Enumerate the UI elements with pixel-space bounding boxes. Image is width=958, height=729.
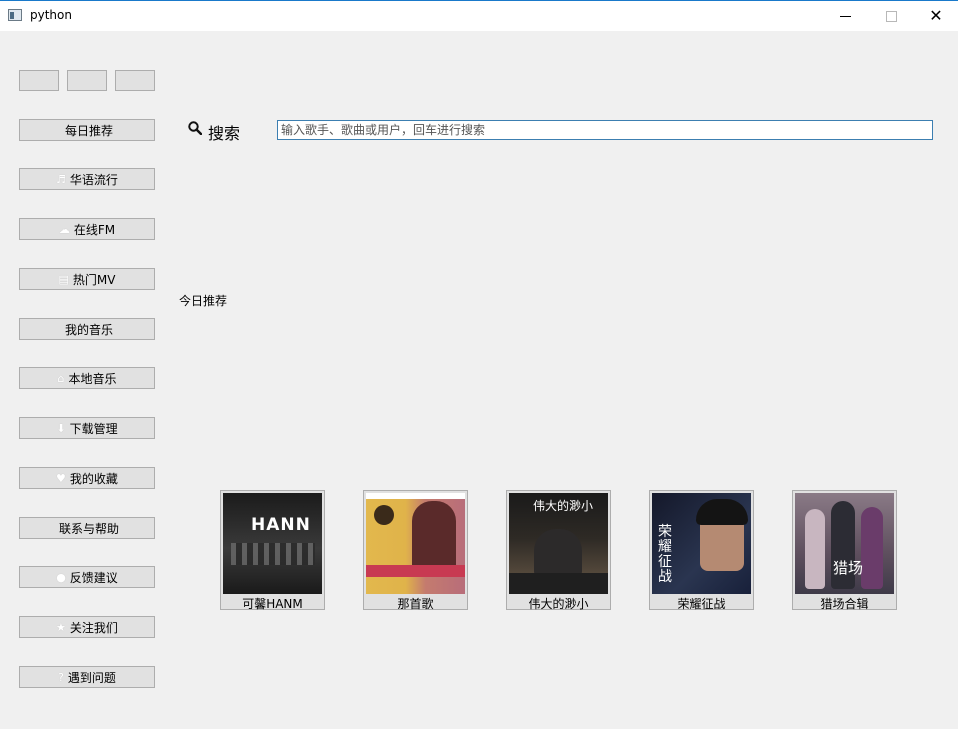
album-caption: 那首歌 — [397, 597, 434, 611]
singer-portrait — [412, 501, 456, 571]
sidebar-item-label: 联系与帮助 — [58, 521, 119, 536]
music-note-icon: ♬ — [56, 172, 66, 186]
sidebar-item-chinese-pop[interactable]: ♬ 华语流行 — [19, 168, 155, 190]
sidebar-item-label: 我的音乐 — [64, 322, 113, 337]
sidebar-item-label: 遇到问题 — [67, 670, 116, 685]
sidebar-item-favorites[interactable]: ♥ 我的收藏 — [19, 467, 155, 489]
sidebar-item-local-music[interactable]: ⌂ 本地音乐 — [19, 367, 155, 389]
toolbar-button-1[interactable] — [19, 70, 59, 91]
sidebar-item-label: 我的收藏 — [69, 471, 118, 486]
album-card[interactable]: 荣耀征战 荣耀征战 — [649, 490, 754, 611]
singer-hair — [696, 499, 748, 525]
sidebar-item-downloads[interactable]: ⬇ 下载管理 — [19, 417, 155, 439]
label-logo — [374, 505, 394, 525]
album-caption: 荣耀征战 — [677, 597, 726, 611]
film-icon: ▤ — [58, 272, 69, 286]
album-card[interactable]: 那首歌 — [363, 490, 468, 611]
search-icon — [188, 121, 202, 135]
album-cover: 猎场 — [795, 493, 894, 594]
search-label: 搜索 — [208, 124, 241, 143]
recommend-title: 今日推荐 — [179, 294, 228, 308]
album-cover: 荣耀征战 — [652, 493, 751, 594]
singer-portrait — [534, 529, 582, 579]
maximize-icon — [885, 10, 897, 22]
close-button[interactable]: ✕ — [913, 1, 958, 31]
chat-bubble-icon: ● — [56, 570, 66, 584]
album-cover-title: 猎场 — [833, 559, 864, 577]
app-icon — [8, 9, 22, 21]
album-caption: 可馨HANM — [242, 597, 303, 611]
toolbar-button-3[interactable] — [115, 70, 155, 91]
album-caption: 猎场合辑 — [820, 597, 869, 611]
maximize-button[interactable] — [868, 1, 914, 31]
actor-figure — [805, 509, 825, 589]
sidebar-item-online-fm[interactable]: ☁ 在线FM — [19, 218, 155, 240]
window-title: python — [30, 8, 72, 22]
sidebar-item-hot-mv[interactable]: ▤ 热门MV — [19, 268, 155, 290]
sidebar-item-label: 下载管理 — [69, 421, 118, 436]
album-cover — [366, 493, 465, 594]
sidebar-item-problems[interactable]: ? 遇到问题 — [19, 666, 155, 688]
album-cover: HANN — [223, 493, 322, 594]
cover-top-strip — [366, 493, 465, 499]
sidebar-item-daily[interactable]: 每日推荐 — [19, 119, 155, 141]
search-input[interactable] — [277, 120, 933, 140]
heart-icon: ♥ — [56, 471, 66, 485]
sidebar-item-label: 在线FM — [73, 222, 116, 237]
sidebar-item-my-music[interactable]: 我的音乐 — [19, 318, 155, 340]
album-cover-title: 伟大的渺小 — [533, 499, 594, 513]
sidebar-item-label: 华语流行 — [69, 172, 118, 187]
minimize-button[interactable] — [822, 1, 868, 31]
album-card[interactable]: 伟大的渺小 伟大的渺小 — [506, 490, 611, 611]
album-cover: 伟大的渺小 — [509, 493, 608, 594]
actor-figure — [861, 507, 883, 589]
album-card[interactable]: 猎场 猎场合辑 — [792, 490, 897, 611]
album-cover-title: 荣耀征战 — [658, 524, 672, 585]
title-bar: python ✕ — [0, 0, 958, 31]
minimize-icon — [839, 15, 851, 17]
close-icon: ✕ — [929, 6, 943, 25]
album-cover-title: HANN — [251, 515, 311, 535]
piano-shadow — [509, 573, 608, 594]
cover-band — [366, 565, 465, 577]
question-icon: ? — [58, 670, 64, 684]
sidebar-item-label: 每日推荐 — [64, 123, 113, 138]
sidebar-item-label: 关注我们 — [69, 620, 118, 635]
band-figures — [231, 543, 315, 565]
sidebar-item-follow-us[interactable]: ★ 关注我们 — [19, 616, 155, 638]
home-icon: ⌂ — [57, 371, 65, 385]
download-icon: ⬇ — [56, 421, 66, 435]
sidebar-item-help[interactable]: 联系与帮助 — [19, 517, 155, 539]
star-icon: ★ — [56, 620, 66, 634]
toolbar-button-2[interactable] — [67, 70, 107, 91]
cloud-icon: ☁ — [58, 222, 70, 236]
sidebar-item-feedback[interactable]: ● 反馈建议 — [19, 566, 155, 588]
sidebar-item-label: 反馈建议 — [69, 570, 118, 585]
sidebar-item-label: 本地音乐 — [68, 371, 117, 386]
sidebar-item-label: 热门MV — [72, 272, 116, 287]
album-caption: 伟大的渺小 — [528, 597, 589, 611]
album-card[interactable]: HANN 可馨HANM — [220, 490, 325, 611]
